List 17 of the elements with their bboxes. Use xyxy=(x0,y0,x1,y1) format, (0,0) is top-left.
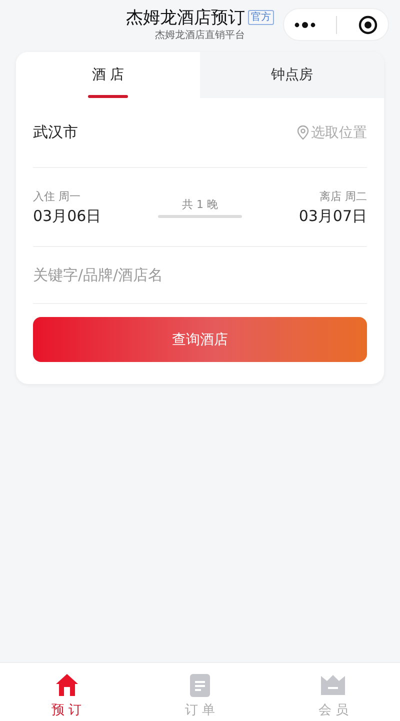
checkin-label: 入住 周一 xyxy=(33,188,80,204)
city-selector: 武汉市 xyxy=(33,123,78,142)
tab[interactable]: 钟点房 xyxy=(200,52,384,98)
search-button[interactable]: 查询酒店 xyxy=(33,317,367,362)
home-icon xyxy=(54,672,80,698)
more-icon[interactable] xyxy=(294,22,316,28)
official-badge: 官方 xyxy=(248,10,274,24)
checkout-label: 离店 周二 xyxy=(320,188,367,204)
page-title: 杰姆龙酒店预订 xyxy=(126,6,245,28)
crown-icon xyxy=(319,672,348,698)
checkin-date[interactable]: 03月06日 xyxy=(33,206,102,226)
location-pin-icon xyxy=(297,125,309,140)
checkout-date[interactable]: 03月07日 xyxy=(298,206,367,226)
nights-count: 共 1 晚 xyxy=(182,196,218,212)
nav-tab[interactable]: 预 订 xyxy=(0,663,134,721)
page-subtitle: 杰姆龙酒店直销平台 xyxy=(155,28,245,42)
tab[interactable]: 酒 店 xyxy=(16,52,200,98)
